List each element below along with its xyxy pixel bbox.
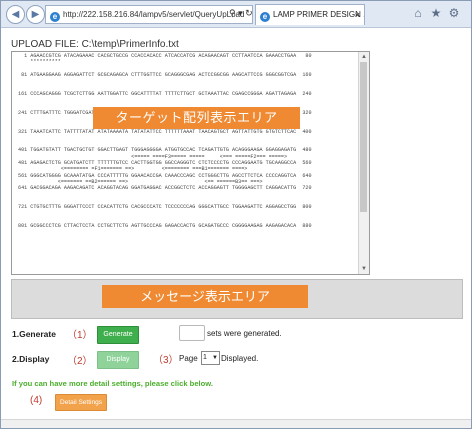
- tab-ie-icon: e: [260, 12, 270, 22]
- select-caret-icon: ▼: [212, 355, 218, 361]
- generate-step-label: 1.Generate: [12, 329, 56, 339]
- detail-settings-button[interactable]: Detail Settings: [55, 394, 107, 411]
- page-label: Page: [179, 354, 198, 363]
- address-url: http://222.158.216.84/lampv5/servlet/Que…: [63, 10, 245, 19]
- home-icon[interactable]: ⌂: [411, 6, 425, 20]
- page-horizontal-scrollbar[interactable]: [1, 419, 471, 428]
- sequence-text: 1 AGAACCGTCG ATACAGAAAC CACGCTGCCG CCACC…: [18, 53, 312, 230]
- tab-close-icon[interactable]: ×: [355, 5, 360, 25]
- page-select[interactable]: 1 ▼: [201, 351, 220, 365]
- generate-button[interactable]: Generate: [97, 326, 139, 344]
- sets-count-input[interactable]: [179, 325, 205, 341]
- page-step-number: （3）: [153, 355, 179, 366]
- message-area-label: メッセージ表示エリア: [102, 285, 308, 308]
- browser-toolbar: ◀ ▶ e http://222.158.216.84/lampv5/servle…: [1, 1, 471, 28]
- browser-tab[interactable]: e LAMP PRIMER DESIGN ... ×: [255, 4, 365, 25]
- sequence-vertical-scrollbar[interactable]: ▲ ▼: [358, 52, 369, 274]
- displayed-text: Displayed.: [221, 354, 259, 363]
- detail-step-number: (4): [30, 395, 43, 406]
- upload-file-label: UPLOAD FILE: C:\temp\PrimerInfo.txt: [11, 39, 179, 50]
- favorites-star-icon[interactable]: ★: [429, 6, 443, 20]
- display-button[interactable]: Display: [97, 351, 139, 369]
- page-select-value: 1: [203, 354, 207, 361]
- back-button[interactable]: ◀: [6, 5, 25, 24]
- address-tools[interactable]: ⚲ ▾ ↻: [229, 5, 255, 22]
- sequence-textarea[interactable]: 1 AGAACCGTCG ATACAGAAAC CACGCTGCCG CCACC…: [11, 51, 370, 275]
- ie-logo-icon: e: [50, 12, 60, 22]
- scroll-thumb[interactable]: [360, 62, 367, 212]
- scroll-down-arrow-icon[interactable]: ▼: [359, 264, 369, 274]
- generate-step-number: （1）: [67, 330, 93, 341]
- target-sequence-area-label: ターゲット配列表示エリア: [93, 107, 300, 129]
- address-bar[interactable]: e http://222.158.216.84/lampv5/servlet/Qu…: [45, 5, 253, 24]
- forward-button[interactable]: ▶: [26, 5, 45, 24]
- detail-settings-hint: If you can have more detail settings, pl…: [12, 379, 214, 388]
- display-step-label: 2.Display: [12, 354, 50, 364]
- scroll-up-arrow-icon[interactable]: ▲: [359, 52, 369, 62]
- settings-gear-icon[interactable]: ⚙: [447, 6, 461, 20]
- tab-title: LAMP PRIMER DESIGN ...: [273, 10, 365, 19]
- browser-window: ◀ ▶ e http://222.158.216.84/lampv5/servle…: [0, 0, 472, 429]
- sets-generated-text: sets were generated.: [207, 329, 282, 338]
- display-step-number: （2）: [67, 356, 93, 367]
